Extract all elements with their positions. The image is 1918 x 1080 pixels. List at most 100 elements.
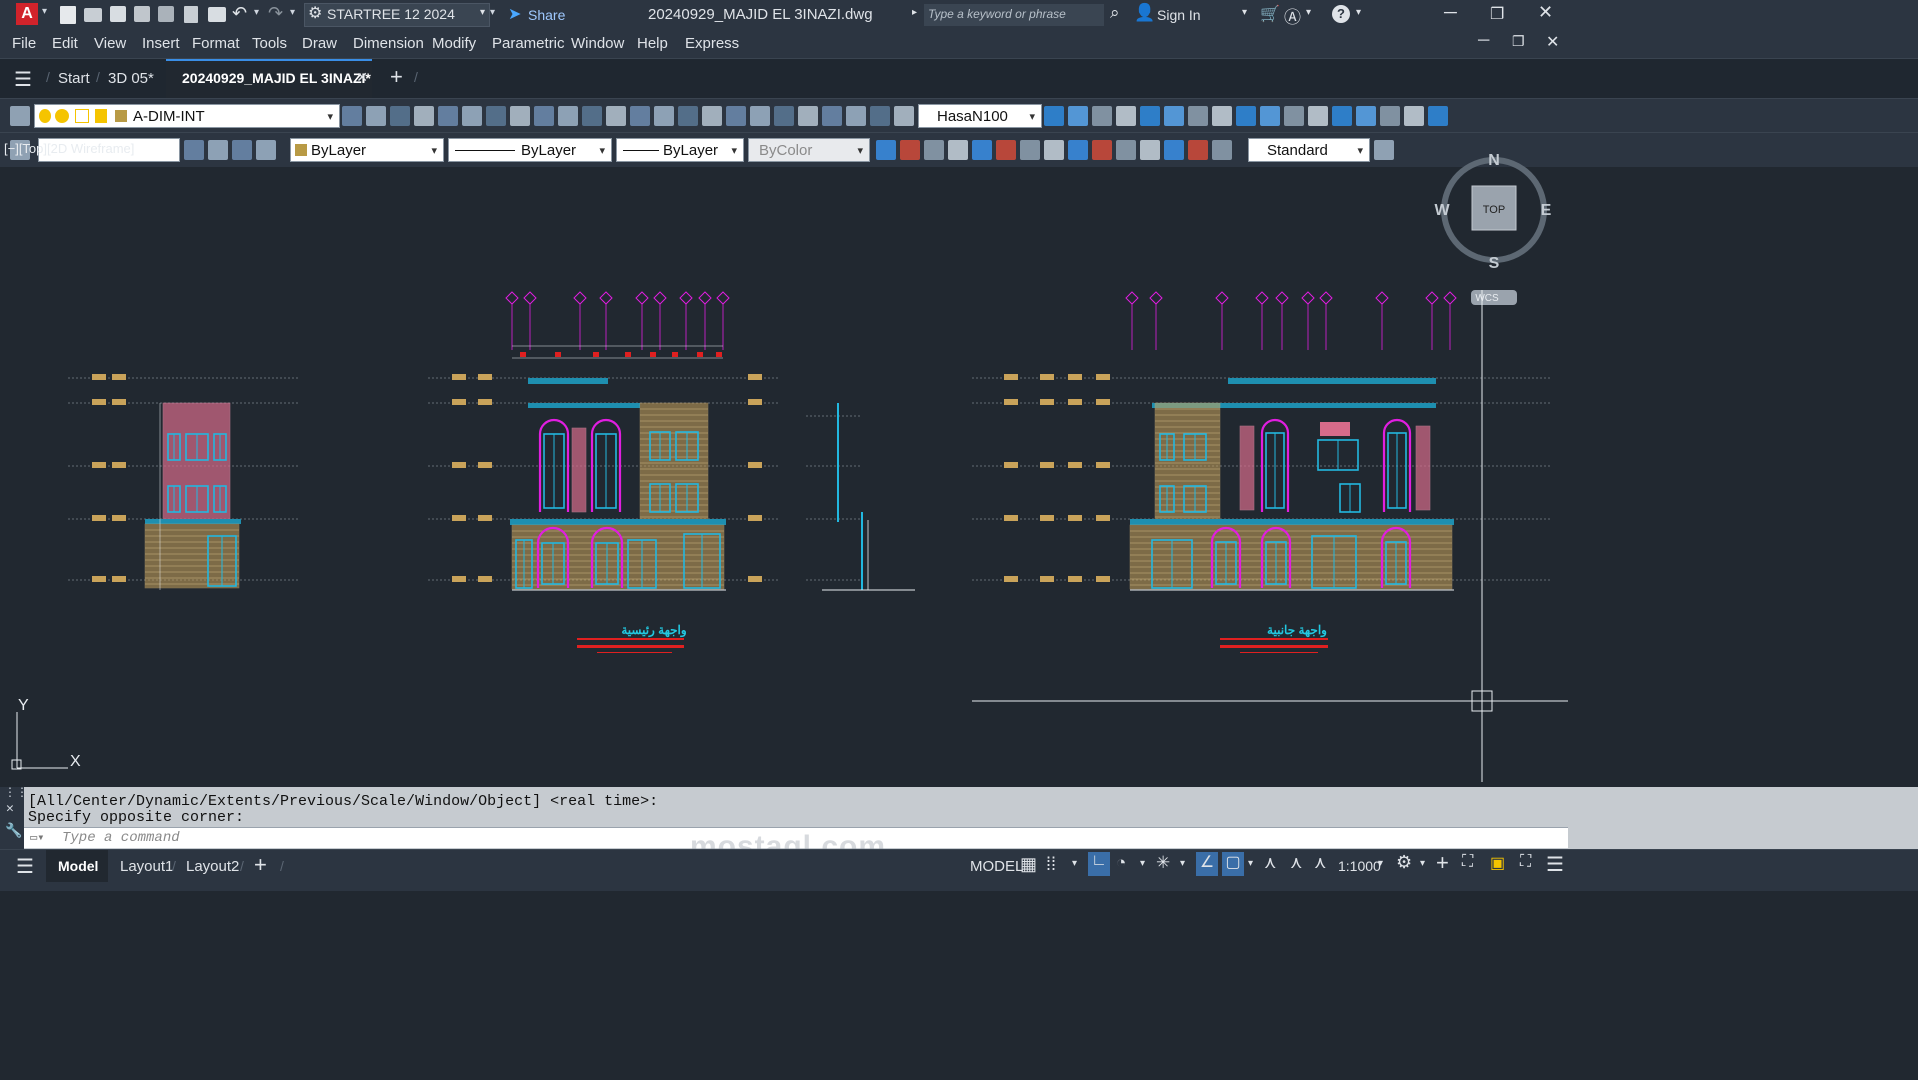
toolbar-tool-icon[interactable] xyxy=(414,106,434,126)
toolbar-tool-icon[interactable] xyxy=(1068,106,1088,126)
object-snap-icon[interactable]: ▢ xyxy=(1222,852,1244,876)
menu-file[interactable]: File xyxy=(12,35,36,52)
toolbar-tool-icon[interactable] xyxy=(1116,106,1136,126)
workspace-gear-icon[interactable]: ⚙ xyxy=(1396,852,1412,873)
toolbar-tool-icon[interactable] xyxy=(1164,106,1184,126)
compass-e-label[interactable]: E xyxy=(1541,202,1552,219)
toolbar-tool-icon[interactable] xyxy=(558,106,578,126)
help-icon[interactable]: ? xyxy=(1332,5,1350,23)
toolbar-tool-icon[interactable] xyxy=(582,106,602,126)
search-expand-icon[interactable]: ▸ xyxy=(912,7,917,18)
menu-view[interactable]: View xyxy=(94,35,126,52)
compass-n-label[interactable]: N xyxy=(1488,152,1500,169)
search-icon[interactable]: ⌕ xyxy=(1110,3,1120,23)
toolbar-tool-icon[interactable] xyxy=(1308,106,1328,126)
sign-in-dropdown-icon[interactable]: ▾ xyxy=(1242,7,1247,18)
menu-help[interactable]: Help xyxy=(637,35,668,52)
scale-dropdown-icon[interactable]: ▾ xyxy=(1378,858,1383,869)
save-as-icon[interactable] xyxy=(134,6,150,22)
toolbar-tool-icon[interactable] xyxy=(678,106,698,126)
customize-qat-icon[interactable]: ▾ xyxy=(490,7,495,18)
menu-window[interactable]: Window xyxy=(571,35,624,52)
menu-dimension[interactable]: Dimension xyxy=(353,35,424,52)
toolbar-tool-icon[interactable] xyxy=(534,106,554,126)
snap-dropdown-icon[interactable]: ▾ xyxy=(1072,858,1077,869)
menu-tools[interactable]: Tools xyxy=(252,35,287,52)
toolbar-tool-icon[interactable] xyxy=(1044,106,1064,126)
menu-insert[interactable]: Insert xyxy=(142,35,180,52)
toolbar-tool-icon[interactable] xyxy=(606,106,626,126)
toolbar-tool-icon[interactable] xyxy=(654,106,674,126)
toolbar-tool-icon[interactable] xyxy=(366,106,386,126)
tab-layout2[interactable]: Layout2 xyxy=(186,858,239,875)
menu-edit[interactable]: Edit xyxy=(52,35,78,52)
toolbar-tool-icon[interactable] xyxy=(1380,106,1400,126)
redo-icon[interactable]: ↷ xyxy=(268,3,283,24)
quick-properties-icon[interactable]: ▣ xyxy=(1490,853,1505,873)
isodraft-icon[interactable]: ✳ xyxy=(1156,853,1170,873)
ortho-icon[interactable]: ∟ xyxy=(1088,852,1110,876)
annotation-monitor-icon[interactable]: + xyxy=(1436,850,1449,876)
polar-dropdown-icon[interactable]: ▾ xyxy=(1140,858,1145,869)
layer-dropdown[interactable]: A-DIM-INT ▾ xyxy=(34,104,340,128)
annotation-scale-icon[interactable]: ⋏ xyxy=(1314,853,1326,873)
toolbar-tool-icon[interactable] xyxy=(1140,106,1160,126)
object-snap-tracking-icon[interactable]: ∠ xyxy=(1196,852,1218,876)
toolbar-tool-icon[interactable] xyxy=(462,106,482,126)
doc-minimize-icon[interactable]: ─ xyxy=(1478,32,1489,50)
toolbar-tool-icon[interactable] xyxy=(726,106,746,126)
layer-properties-icon[interactable] xyxy=(10,106,30,126)
help-dropdown-icon[interactable]: ▾ xyxy=(1356,7,1361,18)
compass-w-label[interactable]: W xyxy=(1434,202,1450,219)
polar-icon[interactable]: ◔ xyxy=(1116,853,1126,873)
model-space-toggle[interactable]: MODEL xyxy=(970,858,1023,875)
tab-close-icon[interactable]: ✕ xyxy=(356,69,368,86)
toolbar-tool-icon[interactable] xyxy=(1212,106,1232,126)
layout-menu-icon[interactable]: ☰ xyxy=(16,854,34,879)
close-command-icon[interactable]: ✕ xyxy=(6,801,14,816)
viewcube[interactable]: TOP N S E W WCS xyxy=(1434,152,1552,305)
menu-format[interactable]: Format xyxy=(192,35,240,52)
publish-icon[interactable] xyxy=(184,6,198,23)
toolbar-tool-icon[interactable] xyxy=(702,106,722,126)
plot-icon[interactable] xyxy=(208,7,226,22)
toolbar-tool-icon[interactable] xyxy=(1188,106,1208,126)
toolbar-tool-icon[interactable] xyxy=(1260,106,1280,126)
new-file-icon[interactable] xyxy=(60,6,76,24)
undo-dropdown-icon[interactable]: ▾ xyxy=(254,7,259,18)
tab-layout1[interactable]: Layout1 xyxy=(120,858,173,875)
grid-icon[interactable]: ▦ xyxy=(1020,854,1037,875)
annotation-visibility-icon[interactable]: ⋏ xyxy=(1264,853,1276,873)
workspace-selector[interactable]: ⚙ STARTREE 12 2024 ▾ xyxy=(304,3,490,27)
toolbar-tool-icon[interactable] xyxy=(1092,106,1112,126)
a360-dropdown-icon[interactable]: ▾ xyxy=(1306,7,1311,18)
sign-in-button[interactable]: Sign In xyxy=(1157,7,1201,23)
workspace-dropdown-icon[interactable]: ▾ xyxy=(1420,858,1425,869)
tab-start[interactable]: Start xyxy=(58,59,90,99)
compass-s-label[interactable]: S xyxy=(1489,255,1500,272)
tab-active-document[interactable]: 20240929_MAJID EL 3INAZI* ✕ xyxy=(166,59,372,99)
command-line-grip[interactable]: ⋮⋮ ✕ 🔧 xyxy=(0,786,28,849)
clean-screen-icon[interactable]: ⛶ xyxy=(1520,853,1531,871)
tab-3d-05[interactable]: 3D 05* xyxy=(108,59,154,99)
toolbar-tool-icon[interactable] xyxy=(1284,106,1304,126)
close-icon[interactable]: ✕ xyxy=(1538,2,1553,23)
customize-command-icon[interactable]: 🔧 xyxy=(5,823,22,840)
units-icon[interactable]: ⛶ xyxy=(1462,853,1473,871)
menu-draw[interactable]: Draw xyxy=(302,35,337,52)
open-file-icon[interactable] xyxy=(84,8,102,22)
toolbar-tool-icon[interactable] xyxy=(438,106,458,126)
toolbar-tool-icon[interactable] xyxy=(774,106,794,126)
autoscale-icon[interactable]: ⋏ xyxy=(1290,853,1302,873)
app-menu-chevron-icon[interactable]: ▾ xyxy=(42,6,47,17)
object-snap-dropdown-icon[interactable]: ▾ xyxy=(1248,858,1253,869)
undo-icon[interactable]: ↶ xyxy=(232,3,247,24)
toolbar-tool-icon[interactable] xyxy=(798,106,818,126)
toolbar-tool-icon[interactable] xyxy=(750,106,770,126)
menu-express[interactable]: Express xyxy=(685,35,739,52)
toolbar-tool-icon[interactable] xyxy=(1332,106,1352,126)
toolbar-tool-icon[interactable] xyxy=(1236,106,1256,126)
minimize-icon[interactable]: ─ xyxy=(1444,2,1457,23)
toolbar-tool-icon[interactable] xyxy=(342,106,362,126)
customization-icon[interactable]: ☰ xyxy=(1546,852,1564,877)
